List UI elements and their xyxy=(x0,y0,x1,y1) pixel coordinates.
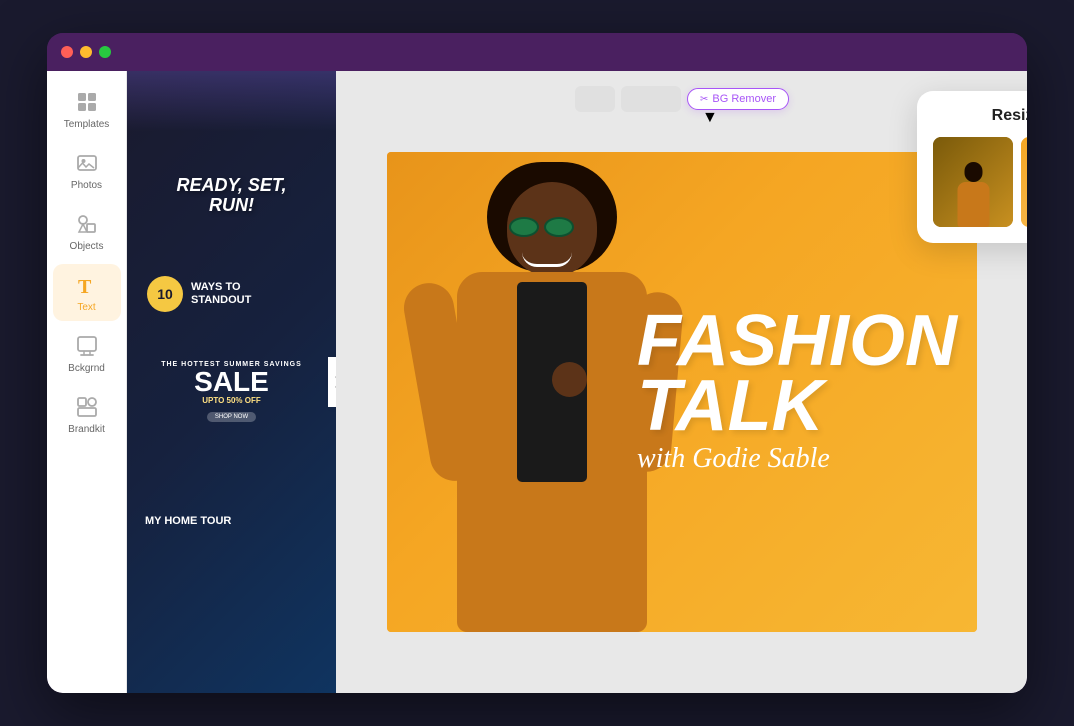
template-title-10-ways: WAYS TOSTANDOUT xyxy=(191,281,251,307)
canvas-toolbar: ✂ BG Remover xyxy=(575,86,789,112)
sidebar-item-bckgrnd[interactable]: Bckgrnd xyxy=(53,325,121,382)
photos-icon xyxy=(74,150,100,176)
scissors-icon: ✂ xyxy=(700,94,708,105)
fashion-subtitle: with Godie Sable xyxy=(637,443,957,475)
panel-collapse-handle[interactable] xyxy=(328,357,337,407)
person-sunglasses xyxy=(509,217,574,237)
icon-rail: Templates Photos xyxy=(47,71,127,693)
traffic-light-close[interactable] xyxy=(61,46,73,58)
bg-remover-label: BG Remover xyxy=(712,93,776,105)
sidebar-item-photos[interactable]: Photos xyxy=(53,142,121,199)
objects-icon xyxy=(74,211,100,237)
text-icon: T xyxy=(74,272,100,298)
toolbar-btn-2[interactable] xyxy=(621,86,681,112)
template-title-home-tour: MY HOME TOUR xyxy=(145,515,231,527)
sidebar-item-objects[interactable]: Objects xyxy=(53,203,121,260)
templates-label: Templates xyxy=(64,119,110,130)
text-label: Text xyxy=(77,302,95,313)
canvas-text-overlay: FASHION TALK with Godie Sable xyxy=(637,309,957,475)
person-smile xyxy=(522,252,572,267)
toolbar-btn-1[interactable] xyxy=(575,86,615,112)
resize-popup-title: Resize xyxy=(933,107,1027,125)
template-discount: UPTO 50% OFF xyxy=(161,396,302,405)
sidebar-item-templates[interactable]: Templates xyxy=(53,81,121,138)
person-hand xyxy=(552,362,587,397)
template-badge-10: 10 xyxy=(147,276,183,312)
resize-thumbnail-after[interactable] xyxy=(1021,137,1027,227)
templates-icon xyxy=(74,89,100,115)
bckgrnd-icon xyxy=(74,333,100,359)
resize-thumbnail-before[interactable] xyxy=(933,137,1013,227)
sidebar-item-text[interactable]: T Text xyxy=(53,264,121,321)
browser-window: Templates Photos xyxy=(47,33,1027,693)
brandkit-label: Brandkit xyxy=(68,424,105,435)
sidebar-item-brandkit[interactable]: Brandkit xyxy=(53,386,121,443)
browser-titlebar xyxy=(47,33,1027,71)
resize-popup: Resize xyxy=(917,91,1027,243)
templates-panel: READY, SET,RUN! 10 WAYS TOSTANDOUT THE H… xyxy=(127,71,337,693)
bckgrnd-label: Bckgrnd xyxy=(68,363,105,374)
design-canvas[interactable]: FASHION TALK with Godie Sable xyxy=(387,152,977,632)
canvas-area: ✂ BG Remover ▼ xyxy=(337,71,1027,693)
template-list: READY, SET,RUN! 10 WAYS TOSTANDOUT THE H… xyxy=(127,147,336,693)
traffic-light-maximize[interactable] xyxy=(99,46,111,58)
bg-remover-button[interactable]: ✂ BG Remover xyxy=(687,88,789,110)
resize-thumbnail-row xyxy=(933,137,1027,227)
template-card-home-tour[interactable]: MY HOME TOUR xyxy=(137,445,326,535)
fashion-title-line1: FASHION xyxy=(637,309,957,374)
template-sale: SALE xyxy=(161,368,302,396)
browser-content: Templates Photos xyxy=(47,71,1027,693)
photos-label: Photos xyxy=(71,180,102,191)
fashion-title-line2: TALK xyxy=(637,374,957,439)
template-shop-now: SHOP NOW xyxy=(207,412,256,422)
cursor: ▼ xyxy=(702,109,718,127)
objects-label: Objects xyxy=(70,241,104,252)
template-title-ready-set-run: READY, SET,RUN! xyxy=(176,176,286,216)
brandkit-icon xyxy=(74,394,100,420)
traffic-light-minimize[interactable] xyxy=(80,46,92,58)
svg-text:T: T xyxy=(78,276,92,298)
